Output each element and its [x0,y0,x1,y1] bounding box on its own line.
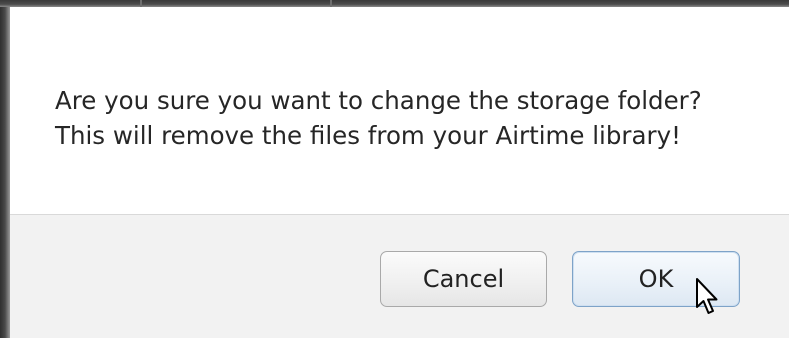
message-line-1: Are you sure you want to change the stor… [55,86,702,115]
screen: Are you sure you want to change the stor… [0,0,789,338]
ok-button[interactable]: OK [572,251,740,307]
dialog-body: Are you sure you want to change the stor… [10,7,789,214]
frame-separator [140,0,142,7]
frame-separator [330,0,332,7]
window-frame-top [0,0,789,7]
dialog-button-pane: Cancel OK [10,214,789,338]
cancel-button[interactable]: Cancel [380,251,547,307]
confirmation-message: Are you sure you want to change the stor… [55,83,702,153]
confirm-dialog: Are you sure you want to change the stor… [10,7,789,338]
message-line-2: This will remove the files from your Air… [55,121,681,150]
window-frame-left [0,0,10,338]
